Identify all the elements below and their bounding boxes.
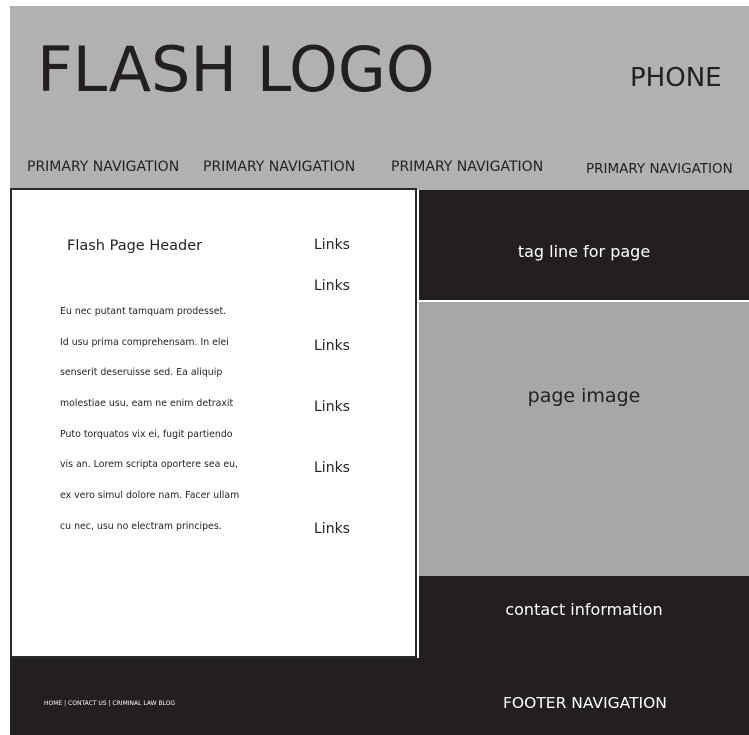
content-link[interactable]: Links: [314, 276, 350, 296]
body-text-line: cu nec, usu no electram principes.: [60, 521, 222, 532]
page-image-label: page image: [527, 385, 641, 407]
primary-nav-item-2[interactable]: PRIMARY NAVIGATION: [203, 157, 355, 177]
page-header: Flash Page Header: [67, 238, 203, 254]
tagline-block: tag line for page: [419, 190, 749, 300]
content-link[interactable]: Links: [314, 336, 350, 356]
site-footer: HOME | CONTACT US | CRIMINAL LAW BLOG FO…: [10, 658, 749, 735]
body-text-line: Puto torquatos vix ei, fugit partiendo: [60, 429, 233, 440]
body-text-line: Eu nec putant tamquam prodesset.: [60, 306, 227, 317]
contact-information[interactable]: contact information: [419, 598, 749, 622]
tagline-text: tag line for page: [517, 242, 651, 261]
primary-nav-item-4[interactable]: PRIMARY NAVIGATION: [586, 159, 733, 179]
footer-links[interactable]: HOME | CONTACT US | CRIMINAL LAW BLOG: [44, 699, 175, 709]
footer-navigation[interactable]: FOOTER NAVIGATION: [503, 692, 667, 714]
content-link[interactable]: Links: [314, 458, 350, 478]
content-link[interactable]: Links: [314, 235, 350, 255]
contact-block: contact information: [419, 576, 749, 658]
content-panel: [10, 188, 417, 658]
body-text-line: senserit deseruisse sed. Ea aliquip: [60, 367, 223, 378]
body-text-line: Id usu prima comprehensam. In elei: [60, 337, 229, 348]
page-image-placeholder: page image: [419, 302, 749, 576]
site-logo[interactable]: FLASH LOGO: [37, 30, 435, 110]
primary-nav-item-1[interactable]: PRIMARY NAVIGATION: [27, 157, 179, 177]
primary-nav-item-3[interactable]: PRIMARY NAVIGATION: [391, 157, 543, 177]
page: FLASH LOGO PHONE PRIMARY NAVIGATION PRIM…: [0, 0, 749, 735]
phone-number[interactable]: PHONE: [630, 58, 722, 98]
content-link[interactable]: Links: [314, 397, 350, 417]
body-text-line: ex vero simul dolore nam. Facer ullam: [60, 490, 240, 501]
content-link[interactable]: Links: [314, 519, 350, 539]
body-text-line: molestiae usu, eam ne enim detraxit: [60, 398, 234, 409]
body-text-line: vis an. Lorem scripta oportere sea eu,: [60, 459, 239, 470]
